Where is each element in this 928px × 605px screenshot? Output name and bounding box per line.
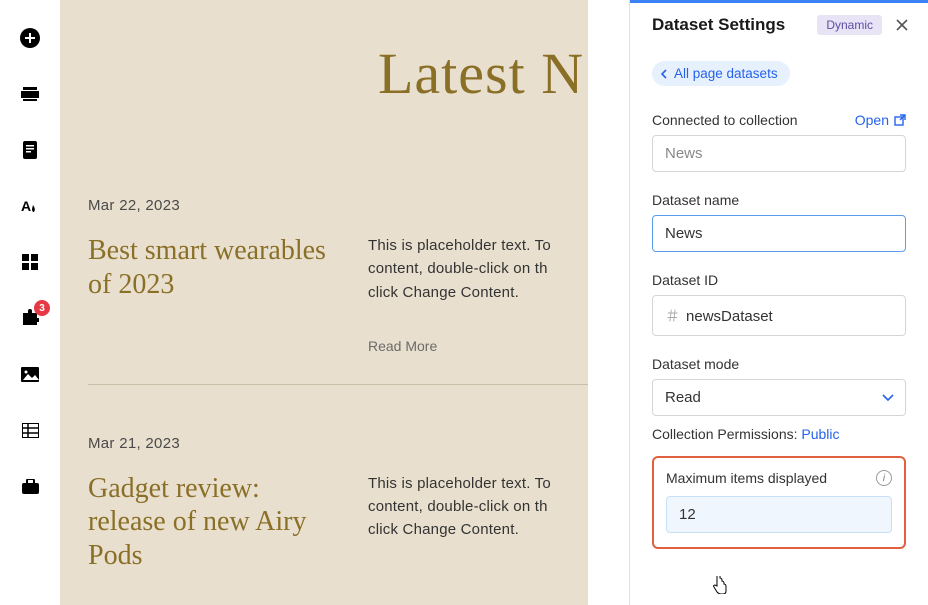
info-icon[interactable]: i [876,470,892,486]
dataset-name-input[interactable] [652,215,906,252]
article-title[interactable]: Best smart wearables of 2023 [88,234,338,356]
page-heading[interactable]: Latest N [88,40,588,107]
article-date[interactable]: Mar 21, 2023 [88,435,568,452]
dataset-mode-group: Dataset mode Read Collection Permissions… [652,356,906,442]
business-button[interactable] [20,476,40,496]
max-items-input[interactable] [666,496,892,533]
dataset-id-label: Dataset ID [652,272,718,288]
layers-icon [21,87,39,101]
back-label: All page datasets [674,66,778,81]
dataset-name-label: Dataset name [652,192,739,208]
close-icon [896,19,908,31]
layers-button[interactable] [20,84,40,104]
dataset-mode-select[interactable]: Read [652,379,906,416]
apps-button[interactable] [20,252,40,272]
read-more-link[interactable]: Read More [368,338,437,354]
max-items-label: Maximum items displayed [666,470,827,486]
page-icon [23,141,37,159]
hash-icon: ＃ [665,308,680,325]
table-icon [22,423,39,438]
svg-text:A: A [21,198,31,214]
panel-title: Dataset Settings [652,15,807,35]
connected-collection-group: Connected to collection Open News [652,112,906,172]
article-title[interactable]: Gadget review: release of new Airy Pods [88,472,338,573]
dataset-name-group: Dataset name [652,192,906,252]
article-item: Mar 21, 2023 Gadget review: release of n… [88,384,588,573]
settings-panel: Dataset Settings Dynamic All page datase… [629,0,928,605]
plus-circle-icon [20,28,40,48]
permissions-line: Collection Permissions: Public [652,426,906,442]
article-item: Mar 22, 2023 Best smart wearables of 202… [88,197,588,356]
media-button[interactable] [20,364,40,384]
panel-header: Dataset Settings Dynamic [630,3,928,47]
dataset-mode-label: Dataset mode [652,356,739,372]
permissions-link[interactable]: Public [801,426,839,442]
open-collection-link[interactable]: Open [855,112,906,128]
back-to-datasets[interactable]: All page datasets [652,61,790,86]
left-toolbar: A 3 [0,0,60,605]
external-link-icon [894,114,906,126]
dynamic-chip: Dynamic [817,15,882,35]
close-button[interactable] [892,17,912,33]
article-date[interactable]: Mar 22, 2023 [88,197,568,214]
app-market-button[interactable]: 3 [20,308,40,328]
chevron-left-icon [660,69,668,79]
grid-icon [22,254,38,270]
add-button[interactable] [20,28,40,48]
briefcase-icon [22,479,39,494]
dataset-id-group: Dataset ID ＃newsDataset [652,272,906,336]
article-excerpt[interactable]: This is placeholder text. To content, do… [368,472,568,542]
paint-icon: A [21,197,39,215]
editor-canvas: Latest N Mar 22, 2023 Best smart wearabl… [60,0,588,605]
cms-button[interactable] [20,420,40,440]
dataset-id-display[interactable]: ＃newsDataset [652,295,906,336]
article-excerpt[interactable]: This is placeholder text. To content, do… [368,234,568,304]
pages-button[interactable] [20,140,40,160]
theme-button[interactable]: A [20,196,40,216]
notification-badge: 3 [34,300,50,316]
canvas-gap [588,0,629,605]
max-items-group: Maximum items displayed i [652,456,906,549]
panel-body: All page datasets Connected to collectio… [630,47,928,563]
image-icon [21,367,39,382]
collection-display[interactable]: News [652,135,906,172]
connected-label: Connected to collection [652,112,798,128]
